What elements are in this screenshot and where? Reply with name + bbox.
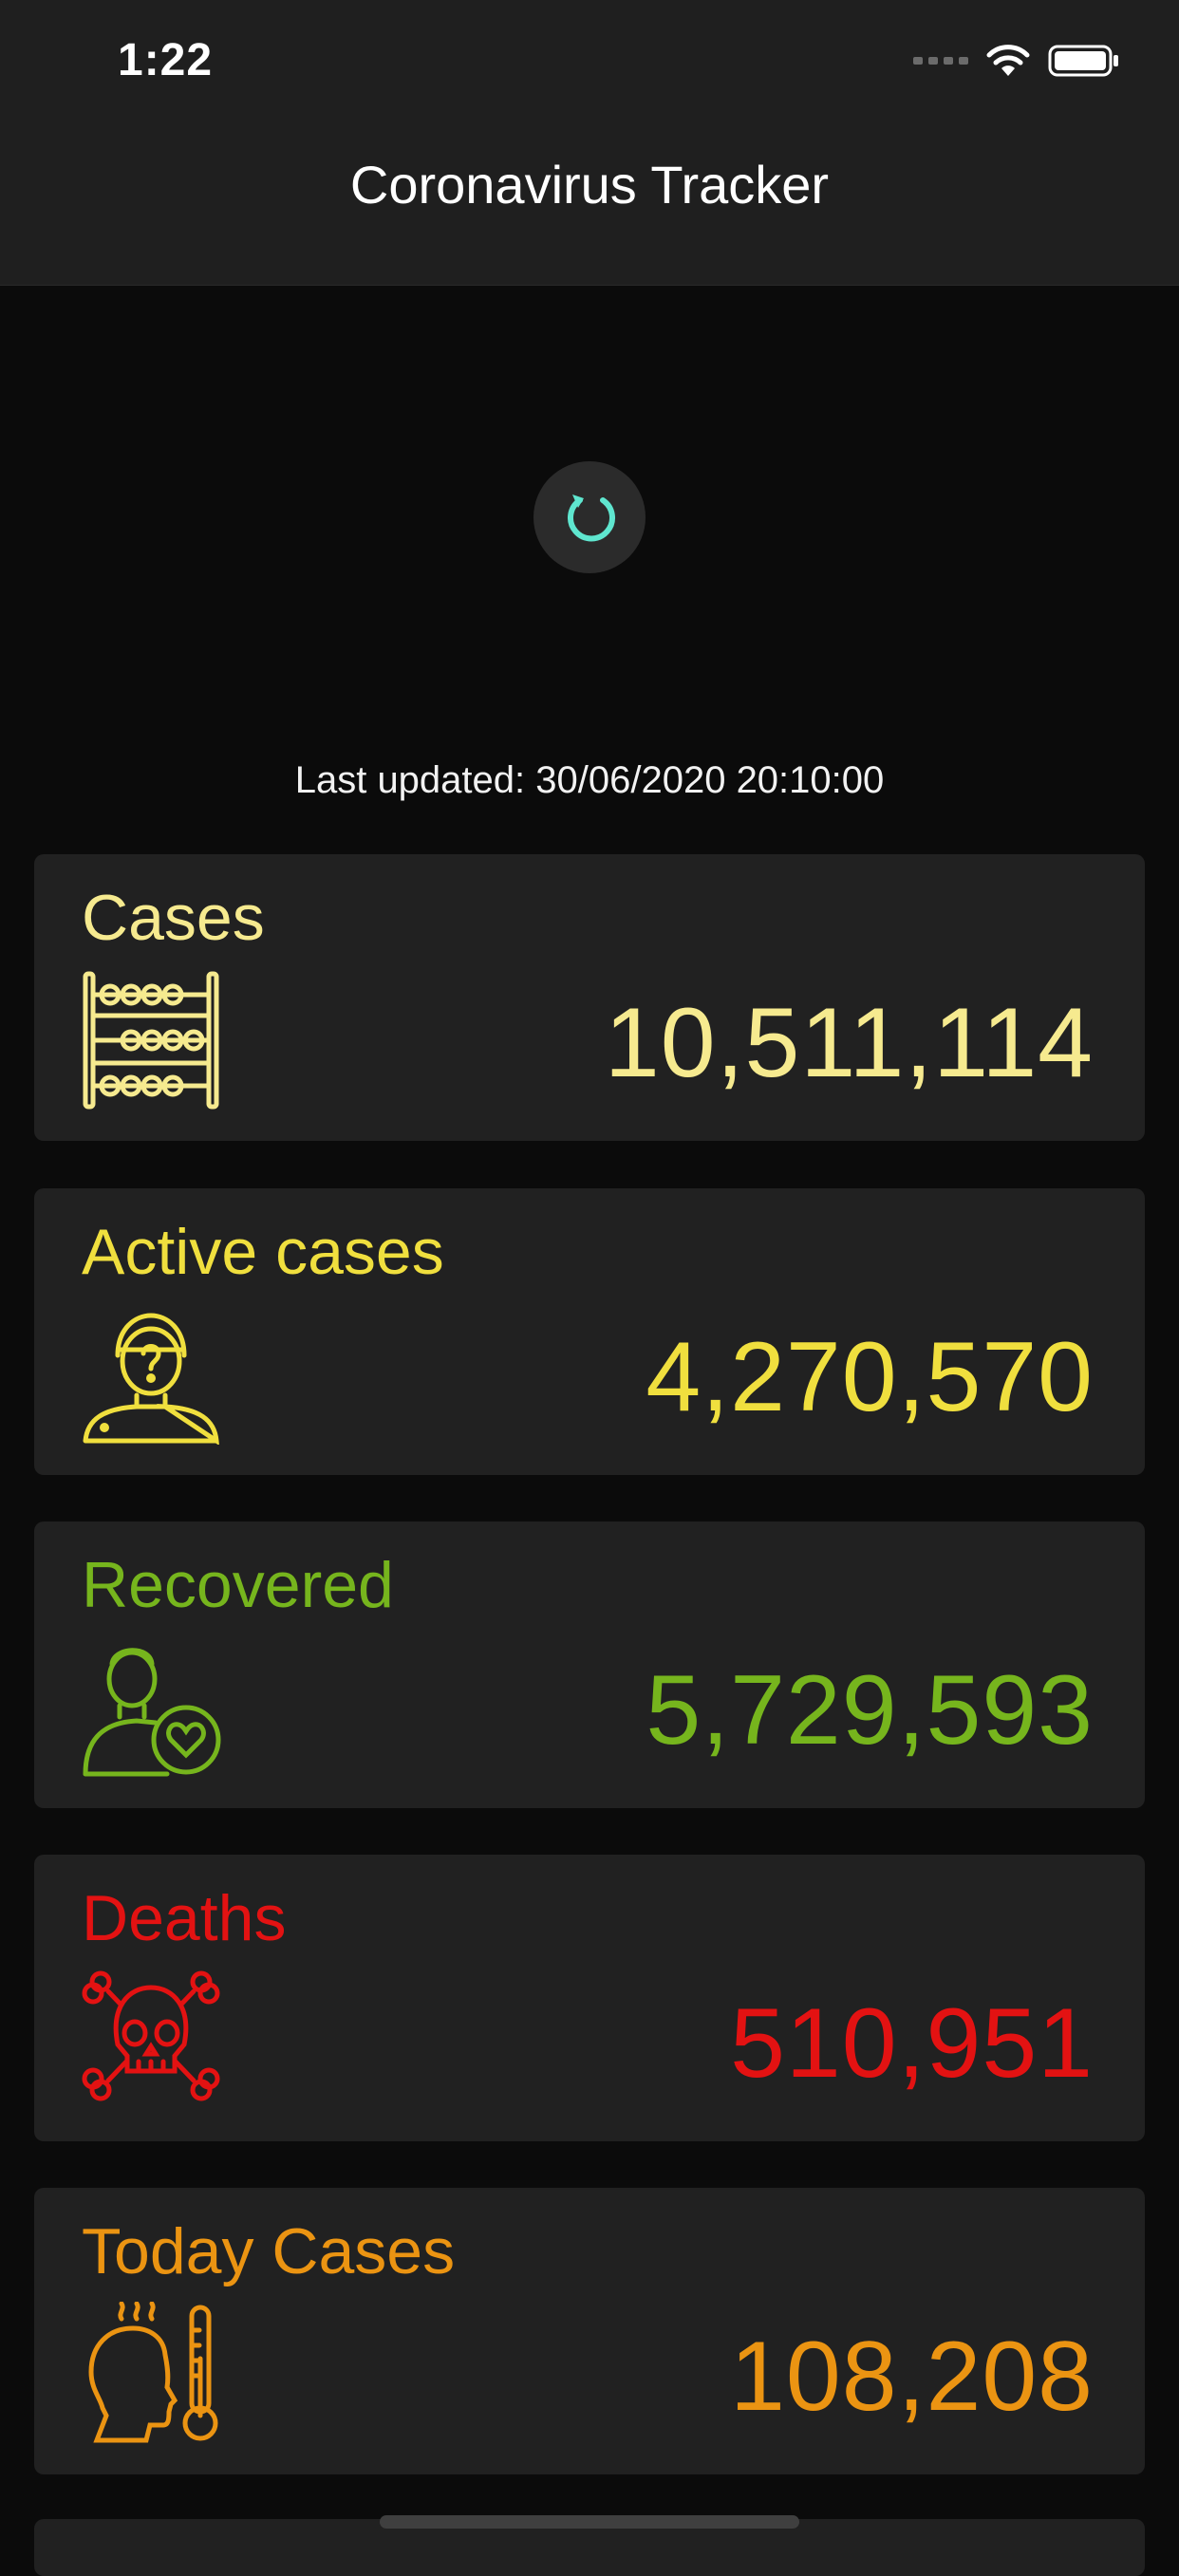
cases-card[interactable]: Cases 10,511,114 [34,854,1145,1141]
refresh-button[interactable] [533,461,646,573]
card-title: Recovered [82,1549,394,1621]
page-title: Coronavirus Tracker [349,154,830,215]
refresh-icon [568,495,615,542]
last-updated-label: Last updated: 30/06/2020 20:10:00 [294,759,885,801]
card-title: Cases [82,882,265,954]
deaths-card[interactable]: Deaths 510,951 [34,1855,1145,2141]
status-bar: 1:22 [0,0,1179,133]
status-time: 1:22 [118,35,214,85]
cases-value: 10,511,114 [604,988,1094,1098]
active-cases-card[interactable]: Active cases 4,270,570 [34,1188,1145,1475]
battery-icon [1048,45,1118,77]
abacus-icon [83,971,219,1110]
home-indicator[interactable] [380,2515,799,2529]
status-icons [913,42,1120,80]
today-cases-value: 108,208 [730,2322,1094,2432]
recovered-value: 5,729,593 [646,1655,1094,1765]
recovered-card[interactable]: Recovered 5,729,593 [34,1521,1145,1808]
card-title: Active cases [82,1216,444,1288]
navigation-bar: Coronavirus Tracker [0,133,1179,286]
today-cases-card[interactable]: Today Cases 108,208 [34,2188,1145,2474]
wifi-icon [986,45,1030,76]
person-question-icon [83,1313,219,1445]
active-cases-value: 4,270,570 [646,1322,1094,1432]
fever-thermometer-icon [88,2302,218,2443]
deaths-value: 510,951 [730,1988,1094,2099]
card-title: Deaths [82,1882,287,1954]
skull-crossbones-icon [82,1970,220,2101]
card-title: Today Cases [82,2215,456,2287]
cellular-signal-icon [913,57,968,65]
person-heart-icon [83,1648,221,1777]
